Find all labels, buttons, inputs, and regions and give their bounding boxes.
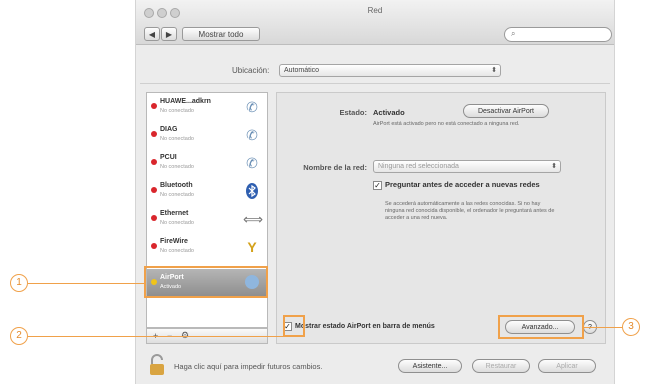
status-description: AirPort está activado pero no está conec… xyxy=(373,121,520,127)
location-value: Automático xyxy=(284,67,320,74)
service-name: Bluetooth xyxy=(160,182,193,189)
status-dot xyxy=(151,187,157,193)
status-dot xyxy=(151,215,157,221)
callout-line-3 xyxy=(584,327,622,328)
callout-box-1 xyxy=(144,266,268,298)
service-status: No conectado xyxy=(160,248,194,254)
status-dot xyxy=(151,103,157,109)
revert-button[interactable]: Restaurar xyxy=(472,359,530,373)
apply-button[interactable]: Aplicar xyxy=(538,359,596,373)
menu-bar-label: Mostrar estado AirPort en barra de menús xyxy=(295,323,435,330)
service-item-huawei[interactable]: HUAWE...adkrn No conectado ✆ xyxy=(147,93,267,121)
ask-description: Se accederá automáticamente a las redes … xyxy=(385,201,555,221)
service-status: No conectado xyxy=(160,192,194,198)
callout-box-2 xyxy=(283,315,305,337)
chevron-updown-icon: ⬍ xyxy=(491,67,497,74)
lock-icon[interactable] xyxy=(148,354,166,376)
service-name: FireWire xyxy=(160,238,188,245)
service-item-firewire[interactable]: FireWire No conectado Y xyxy=(147,233,267,261)
back-button[interactable]: ◀ xyxy=(144,27,160,41)
turn-off-airport-button[interactable]: Desactivar AirPort xyxy=(463,104,549,118)
ethernet-icon: ⟺ xyxy=(243,211,264,227)
status-dot xyxy=(151,159,157,165)
search-icon: ⌕ xyxy=(511,29,516,38)
network-name-value: Ninguna red seleccionada xyxy=(378,163,459,170)
location-label: Ubicación: xyxy=(232,66,270,75)
divider xyxy=(140,83,610,84)
assistant-button[interactable]: Asistente... xyxy=(398,359,462,373)
callout-number-2: 2 xyxy=(10,327,28,345)
service-item-bluetooth[interactable]: Bluetooth No conectado xyxy=(147,177,267,205)
service-item-diag[interactable]: DIAG No conectado ✆ xyxy=(147,121,267,149)
service-name: DIAG xyxy=(160,126,178,133)
phone-icon: ✆ xyxy=(246,155,258,171)
callout-line-2 xyxy=(28,336,283,337)
callout-number-1: 1 xyxy=(10,274,28,292)
phone-icon: ✆ xyxy=(246,127,258,143)
service-name: Ethernet xyxy=(160,210,189,217)
callout-line-1 xyxy=(28,283,144,284)
service-status: No conectado xyxy=(160,108,194,114)
network-name-label: Nombre de la red: xyxy=(303,163,367,172)
chevron-updown-icon: ⬍ xyxy=(551,163,557,170)
phone-icon: ✆ xyxy=(246,99,258,115)
search-input[interactable]: ⌕ xyxy=(504,27,612,42)
service-status: No conectado xyxy=(160,220,194,226)
firewire-icon: Y xyxy=(247,239,257,255)
callout-number-3: 3 xyxy=(622,318,640,336)
status-dot xyxy=(151,243,157,249)
detail-pane: Estado: Activado Desactivar AirPort AirP… xyxy=(276,92,606,344)
ask-label: Preguntar antes de acceder a nuevas rede… xyxy=(385,180,540,189)
callout-box-3 xyxy=(498,315,584,339)
service-item-pcui[interactable]: PCUI No conectado ✆ xyxy=(147,149,267,177)
service-name: HUAWE...adkrn xyxy=(160,98,211,105)
status-dot xyxy=(151,131,157,137)
status-label: Estado: xyxy=(339,108,367,117)
ask-checkbox[interactable]: ✓ xyxy=(373,181,382,190)
service-name: PCUI xyxy=(160,154,177,161)
status-value: Activado xyxy=(373,108,405,117)
lock-text: Haga clic aquí para impedir futuros camb… xyxy=(174,362,323,371)
forward-button[interactable]: ▶ xyxy=(161,27,177,41)
service-status: No conectado xyxy=(160,136,194,142)
location-select[interactable]: Automático ⬍ xyxy=(279,64,501,77)
bluetooth-icon xyxy=(243,182,261,200)
network-name-select[interactable]: Ninguna red seleccionada ⬍ xyxy=(373,160,561,173)
service-status: No conectado xyxy=(160,164,194,170)
show-all-button[interactable]: Mostrar todo xyxy=(182,27,260,41)
title-bar: Red ◀ ▶ Mostrar todo ⌕ xyxy=(136,0,614,45)
window-title: Red xyxy=(367,6,383,15)
service-item-ethernet[interactable]: Ethernet No conectado ⟺ xyxy=(147,205,267,233)
